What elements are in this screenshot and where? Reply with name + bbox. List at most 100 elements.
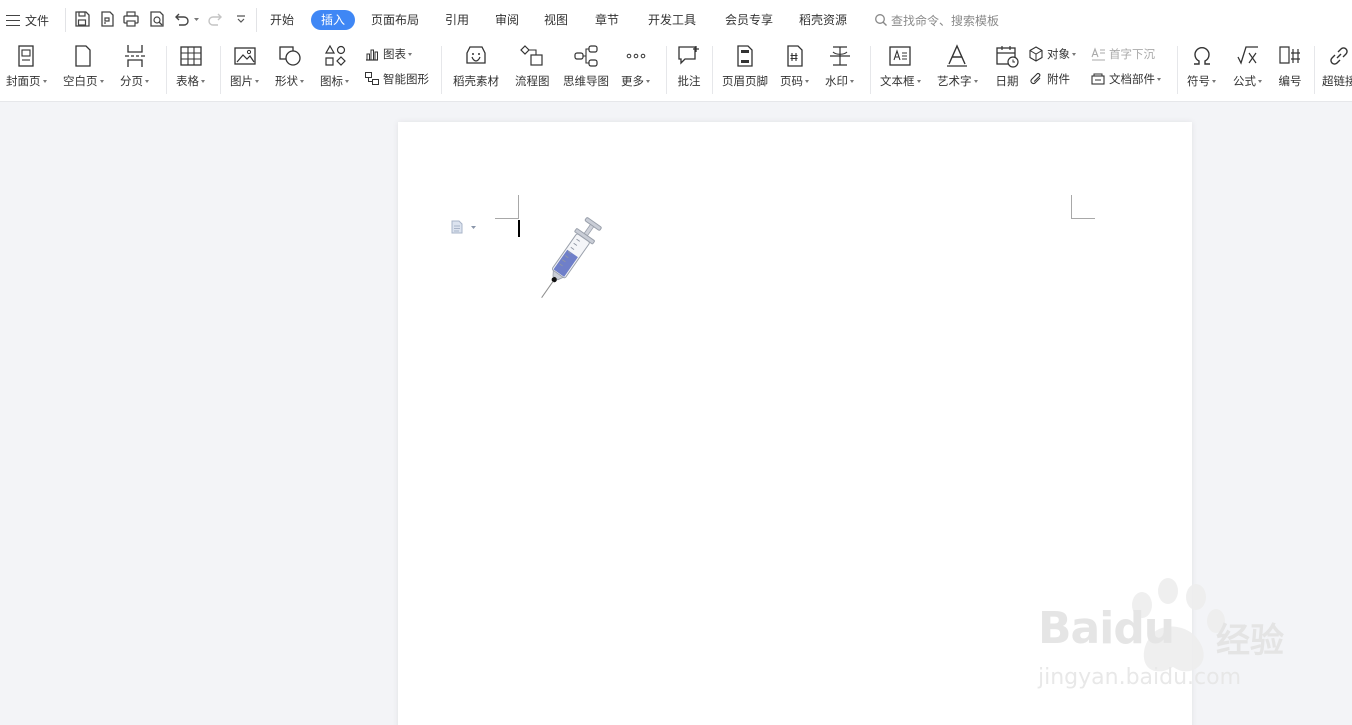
object-label: 对象: [1047, 47, 1070, 61]
chart-button[interactable]: 图表: [364, 44, 412, 64]
tab-references[interactable]: 引用: [445, 10, 469, 30]
header-footer-button[interactable]: 页眉页脚: [722, 40, 768, 100]
chart-label: 图表: [383, 47, 406, 61]
comment-icon: [678, 46, 699, 65]
blank-page-label: 空白页: [63, 74, 98, 88]
margin-corner-top-left: [495, 195, 519, 219]
tab-developer-tools[interactable]: 开发工具: [648, 10, 696, 30]
doc-parts-button[interactable]: 文档部件: [1090, 69, 1161, 89]
page-break-button[interactable]: 分页: [120, 40, 149, 100]
tab-docer-resources[interactable]: 稻壳资源: [799, 10, 847, 30]
page-break-icon: [124, 45, 145, 67]
text-box-button[interactable]: 文本框: [880, 40, 921, 100]
file-menu-button[interactable]: 文件: [6, 9, 49, 31]
flowchart-label: 流程图: [515, 74, 550, 88]
comment-button[interactable]: 批注: [676, 40, 702, 100]
chart-icon: [366, 49, 378, 61]
icons-library-icon: [324, 44, 346, 66]
formula-icon: [1236, 46, 1258, 65]
shape-label: 形状: [275, 74, 298, 88]
watermark-url: jingyan.baidu.com: [1038, 665, 1242, 690]
watermark-brand-cn: 经验: [1216, 621, 1284, 661]
tab-view[interactable]: 视图: [544, 10, 568, 30]
picture-button[interactable]: 图片: [230, 40, 259, 100]
syringe-icon[interactable]: [532, 214, 604, 306]
table-label: 表格: [176, 74, 199, 88]
export-pdf-icon[interactable]: [98, 10, 116, 28]
undo-icon[interactable]: [172, 10, 202, 28]
date-label: 日期: [995, 74, 1019, 88]
page-number-label: 页码: [780, 74, 803, 88]
object-button[interactable]: 对象: [1028, 44, 1076, 64]
divider: [1314, 46, 1315, 94]
watermark-button[interactable]: 水印: [825, 40, 854, 100]
more-icon: [626, 53, 645, 59]
object-icon: [1029, 46, 1043, 62]
word-art-button[interactable]: 艺术字: [937, 40, 978, 100]
wps-writer-window: 文件 开始 插入 页面布局 引用 审阅 视图 章节 开发工具 会员专享 稻壳资源…: [0, 0, 1352, 725]
smart-art-label: 智能图形: [383, 72, 429, 86]
save-icon[interactable]: [73, 10, 91, 28]
formula-button[interactable]: 公式: [1233, 40, 1262, 100]
mindmap-button[interactable]: 思维导图: [563, 40, 609, 100]
tab-member-exclusive[interactable]: 会员专享: [725, 10, 773, 30]
header-footer-icon: [737, 45, 753, 67]
word-art-icon: [947, 44, 968, 67]
calendar-clock-icon: [996, 46, 1019, 68]
tab-review[interactable]: 审阅: [495, 10, 519, 30]
insert-ribbon: 封面页 空白页 分页 表格 图片 形状 图标 图表 智能图形 稻壳素材 流程图 …: [0, 40, 1352, 102]
tab-chapter[interactable]: 章节: [595, 10, 619, 30]
icon-library-label: 图标: [320, 74, 343, 88]
picture-label: 图片: [230, 74, 253, 88]
page-number-button[interactable]: 页码: [780, 40, 809, 100]
print-preview-icon[interactable]: [148, 10, 166, 28]
numbering-icon: [1279, 46, 1300, 64]
more-button[interactable]: 更多: [621, 40, 650, 100]
paragraph-layout-icon[interactable]: [451, 220, 477, 234]
mindmap-label: 思维导图: [563, 74, 609, 88]
blank-page-button[interactable]: 空白页: [63, 40, 104, 100]
tab-insert[interactable]: 插入: [311, 10, 356, 30]
docer-material-label: 稻壳素材: [453, 74, 499, 88]
search-placeholder: 查找命令、搜索模板: [891, 13, 1000, 28]
shape-icon: [278, 46, 301, 66]
command-search[interactable]: 查找命令、搜索模板: [874, 10, 999, 30]
hamburger-icon: [6, 14, 20, 26]
date-button[interactable]: 日期: [994, 40, 1020, 100]
symbol-label: 符号: [1187, 74, 1210, 88]
smart-art-button[interactable]: 智能图形: [364, 69, 429, 89]
search-icon: [875, 14, 887, 26]
attachment-button[interactable]: 附件: [1028, 69, 1070, 89]
icon-library-button[interactable]: 图标: [320, 40, 349, 100]
link-icon: [1330, 47, 1348, 65]
numbering-button[interactable]: 编号: [1277, 40, 1303, 100]
symbol-button[interactable]: 符号: [1187, 40, 1216, 100]
paperclip-icon: [1030, 73, 1041, 85]
divider: [256, 8, 257, 32]
divider: [166, 46, 167, 94]
divider: [870, 46, 871, 94]
table-button[interactable]: 表格: [176, 40, 205, 100]
attachment-label: 附件: [1047, 72, 1070, 86]
comment-label: 批注: [677, 74, 701, 88]
shape-button[interactable]: 形状: [275, 40, 304, 100]
cover-page-button[interactable]: 封面页: [6, 40, 47, 100]
redo-icon[interactable]: [207, 10, 225, 28]
mindmap-icon: [574, 45, 598, 67]
hyperlink-button[interactable]: 超链接: [1322, 40, 1352, 100]
picture-icon: [233, 47, 256, 65]
formula-label: 公式: [1233, 74, 1256, 88]
print-icon[interactable]: [122, 10, 140, 28]
tab-home[interactable]: 开始: [270, 10, 294, 30]
drop-cap-icon: [1091, 47, 1105, 61]
flowchart-icon: [520, 45, 543, 66]
tab-page-layout[interactable]: 页面布局: [371, 10, 419, 30]
more-label: 更多: [621, 74, 644, 88]
word-art-label: 艺术字: [937, 74, 972, 88]
drop-cap-button[interactable]: 首字下沉: [1090, 44, 1155, 64]
cover-page-icon: [18, 45, 34, 67]
doc-parts-label: 文档部件: [1109, 72, 1155, 86]
customize-quick-access-icon[interactable]: [233, 10, 249, 28]
docer-material-button[interactable]: 稻壳素材: [453, 40, 499, 100]
flowchart-button[interactable]: 流程图: [515, 40, 550, 100]
